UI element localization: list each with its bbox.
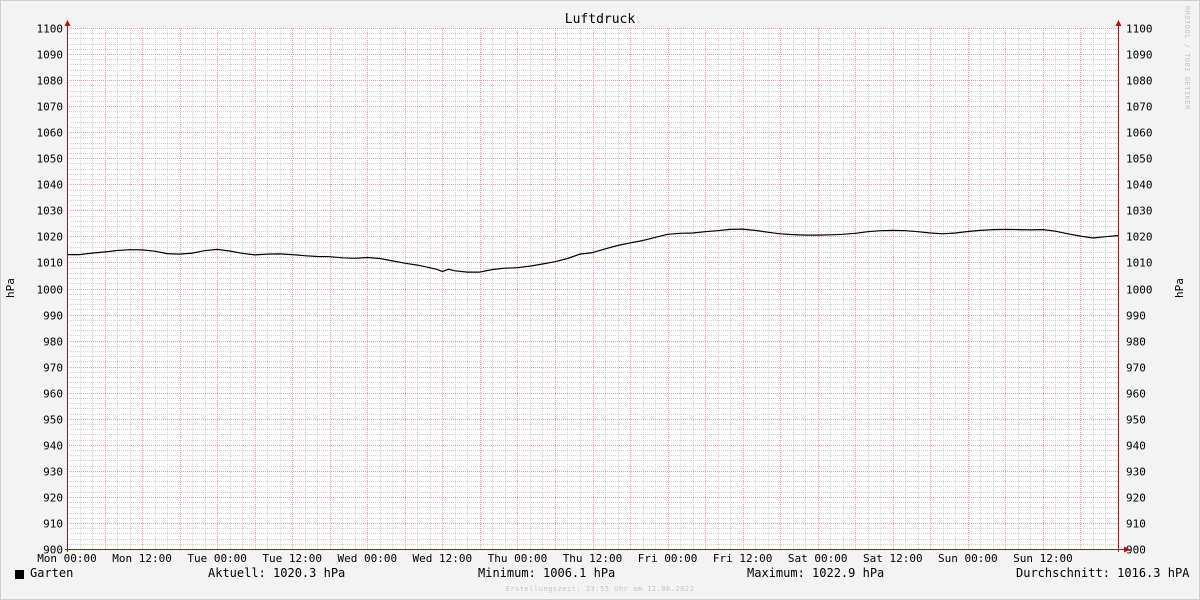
y-axis-label-right: hPa [1173,278,1186,298]
legend-swatch-garten [15,570,24,579]
y-tick-label-right: 980 [1126,336,1146,349]
y-tick-label-left: 1070 [37,101,64,114]
y-tick-label-right: 1020 [1126,231,1153,244]
y-tick-label-right: 970 [1126,362,1146,375]
stat-average: Durchschnitt: 1016.3 hPA [1016,566,1190,580]
y-tick-label-right: 920 [1126,492,1146,505]
chart-title: Luftdruck [565,12,636,27]
stat-current: Aktuell: 1020.3 hPa [208,566,346,580]
rrdtool-watermark: RRDTOOL / TOBI OETIKER [1183,6,1191,110]
y-tick-label-left: 990 [43,310,63,323]
y-tick-label-left: 970 [43,362,63,375]
y-tick-label-left: 910 [43,518,63,531]
y-tick-label-left: 930 [43,466,63,479]
x-tick-label: Wed 00:00 [337,552,397,565]
stat-maximum: Maximum: 1022.9 hPa [747,566,885,580]
y-tick-label-left: 940 [43,440,63,453]
legend-label-garten: Garten [30,566,74,580]
x-tick-label: Thu 00:00 [488,552,548,565]
y-tick-label-left: 1060 [37,127,64,140]
y-tick-label-left: 1080 [37,75,64,88]
x-tick-label: Fri 00:00 [638,552,698,565]
y-tick-label-right: 1060 [1126,127,1153,140]
x-tick-label: Tue 00:00 [187,552,247,565]
x-tick-label: Thu 12:00 [563,552,623,565]
plot-area [67,28,1118,549]
y-tick-label-left: 1090 [37,49,64,62]
pressure-chart: 1100 1090 1080 1070 1060 1050 1040 1030 1020 1010… [4,12,1186,565]
x-tick-label: Mon 12:00 [112,552,172,565]
y-axis-right-arrow [1115,20,1122,26]
y-tick-label-right: 1070 [1126,101,1153,114]
x-tick-label: Fri 12:00 [713,552,773,565]
y-tick-label-left: 960 [43,388,63,401]
y-tick-label-right: 910 [1126,518,1146,531]
y-tick-label-left: 1050 [37,153,64,166]
y-tick-label-left: 1030 [37,205,64,218]
y-tick-label-right: 940 [1126,440,1146,453]
y-tick-label-left: 1100 [37,23,64,36]
x-tick-label: Sun 12:00 [1013,552,1073,565]
y-axis-right-ticks: 1100 1090 1080 1070 1060 1050 1040 1030 1020 1010… [1126,23,1153,557]
y-tick-label-right: 1090 [1126,49,1153,62]
stat-minimum: Minimum: 1006.1 hPa [478,566,616,580]
y-tick-label-right: 950 [1126,414,1146,427]
y-tick-label-right: 930 [1126,466,1146,479]
y-axis-left-ticks: 1100 1090 1080 1070 1060 1050 1040 1030 1020 1010… [37,23,64,557]
x-tick-label: Sun 00:00 [938,552,998,565]
y-tick-label-right: 960 [1126,388,1146,401]
y-tick-label-right: 1010 [1126,257,1153,270]
y-tick-label-right: 1100 [1126,23,1153,36]
x-tick-label: Sat 12:00 [863,552,923,565]
y-tick-label-right: 1000 [1126,284,1153,297]
y-axis-left-arrow [64,20,71,26]
y-tick-label-right: 1080 [1126,75,1153,88]
y-tick-label-left: 1020 [37,231,64,244]
creation-timestamp: Erstellungszeit: 23:55 Uhr am 12.06.2022 [505,585,695,593]
y-tick-label-left: 1010 [37,257,64,270]
y-tick-label-left: 920 [43,492,63,505]
y-tick-label-right: 990 [1126,310,1146,323]
y-tick-label-right: 1050 [1126,153,1153,166]
y-axis-label-left: hPa [4,278,17,298]
x-axis-ticks: Mon 00:00 Mon 12:00 Tue 00:00 Tue 12:00 Wed … [37,552,1073,565]
y-tick-label-right: 1040 [1126,179,1153,192]
x-tick-label: Sat 00:00 [788,552,848,565]
x-tick-label: Mon 00:00 [37,552,97,565]
y-tick-label-left: 1000 [37,284,64,297]
y-tick-label-left: 980 [43,336,63,349]
x-tick-label: Tue 12:00 [262,552,322,565]
y-tick-label-left: 950 [43,414,63,427]
y-tick-label-right: 1030 [1126,205,1153,218]
x-tick-label: Wed 12:00 [413,552,473,565]
y-tick-label-left: 1040 [37,179,64,192]
